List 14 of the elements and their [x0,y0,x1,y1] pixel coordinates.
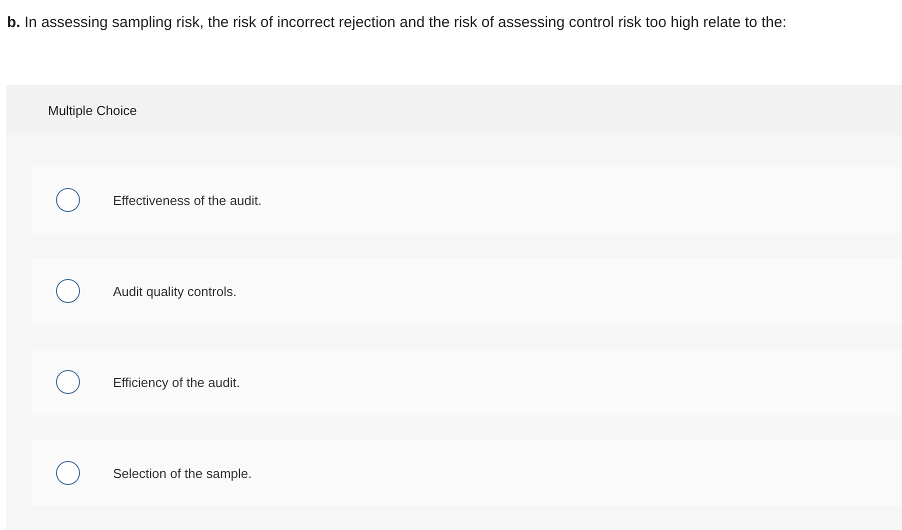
option-label: Effectiveness of the audit. [113,192,262,208]
option-label: Audit quality controls. [113,284,237,298]
question-text: b. In assessing sampling risk, the risk of incorrect rejection and the risk of assessing control risk too high relate to the: [6,13,788,33]
answer-option[interactable]: Efficiency of the audit. [32,349,902,415]
radio-button[interactable] [56,461,80,485]
answer-option[interactable]: Audit quality controls. [32,258,902,324]
question-type-label: Multiple Choice [48,102,137,118]
option-label: Efficiency of the audit. [113,374,240,390]
radio-button[interactable] [56,188,80,212]
answer-option[interactable]: Selection of the sample. [32,440,902,506]
radio-button[interactable] [56,279,80,303]
radio-button[interactable] [56,370,80,394]
answer-option[interactable]: Effectiveness of the audit. [32,167,902,233]
option-label: Selection of the sample. [113,466,252,480]
